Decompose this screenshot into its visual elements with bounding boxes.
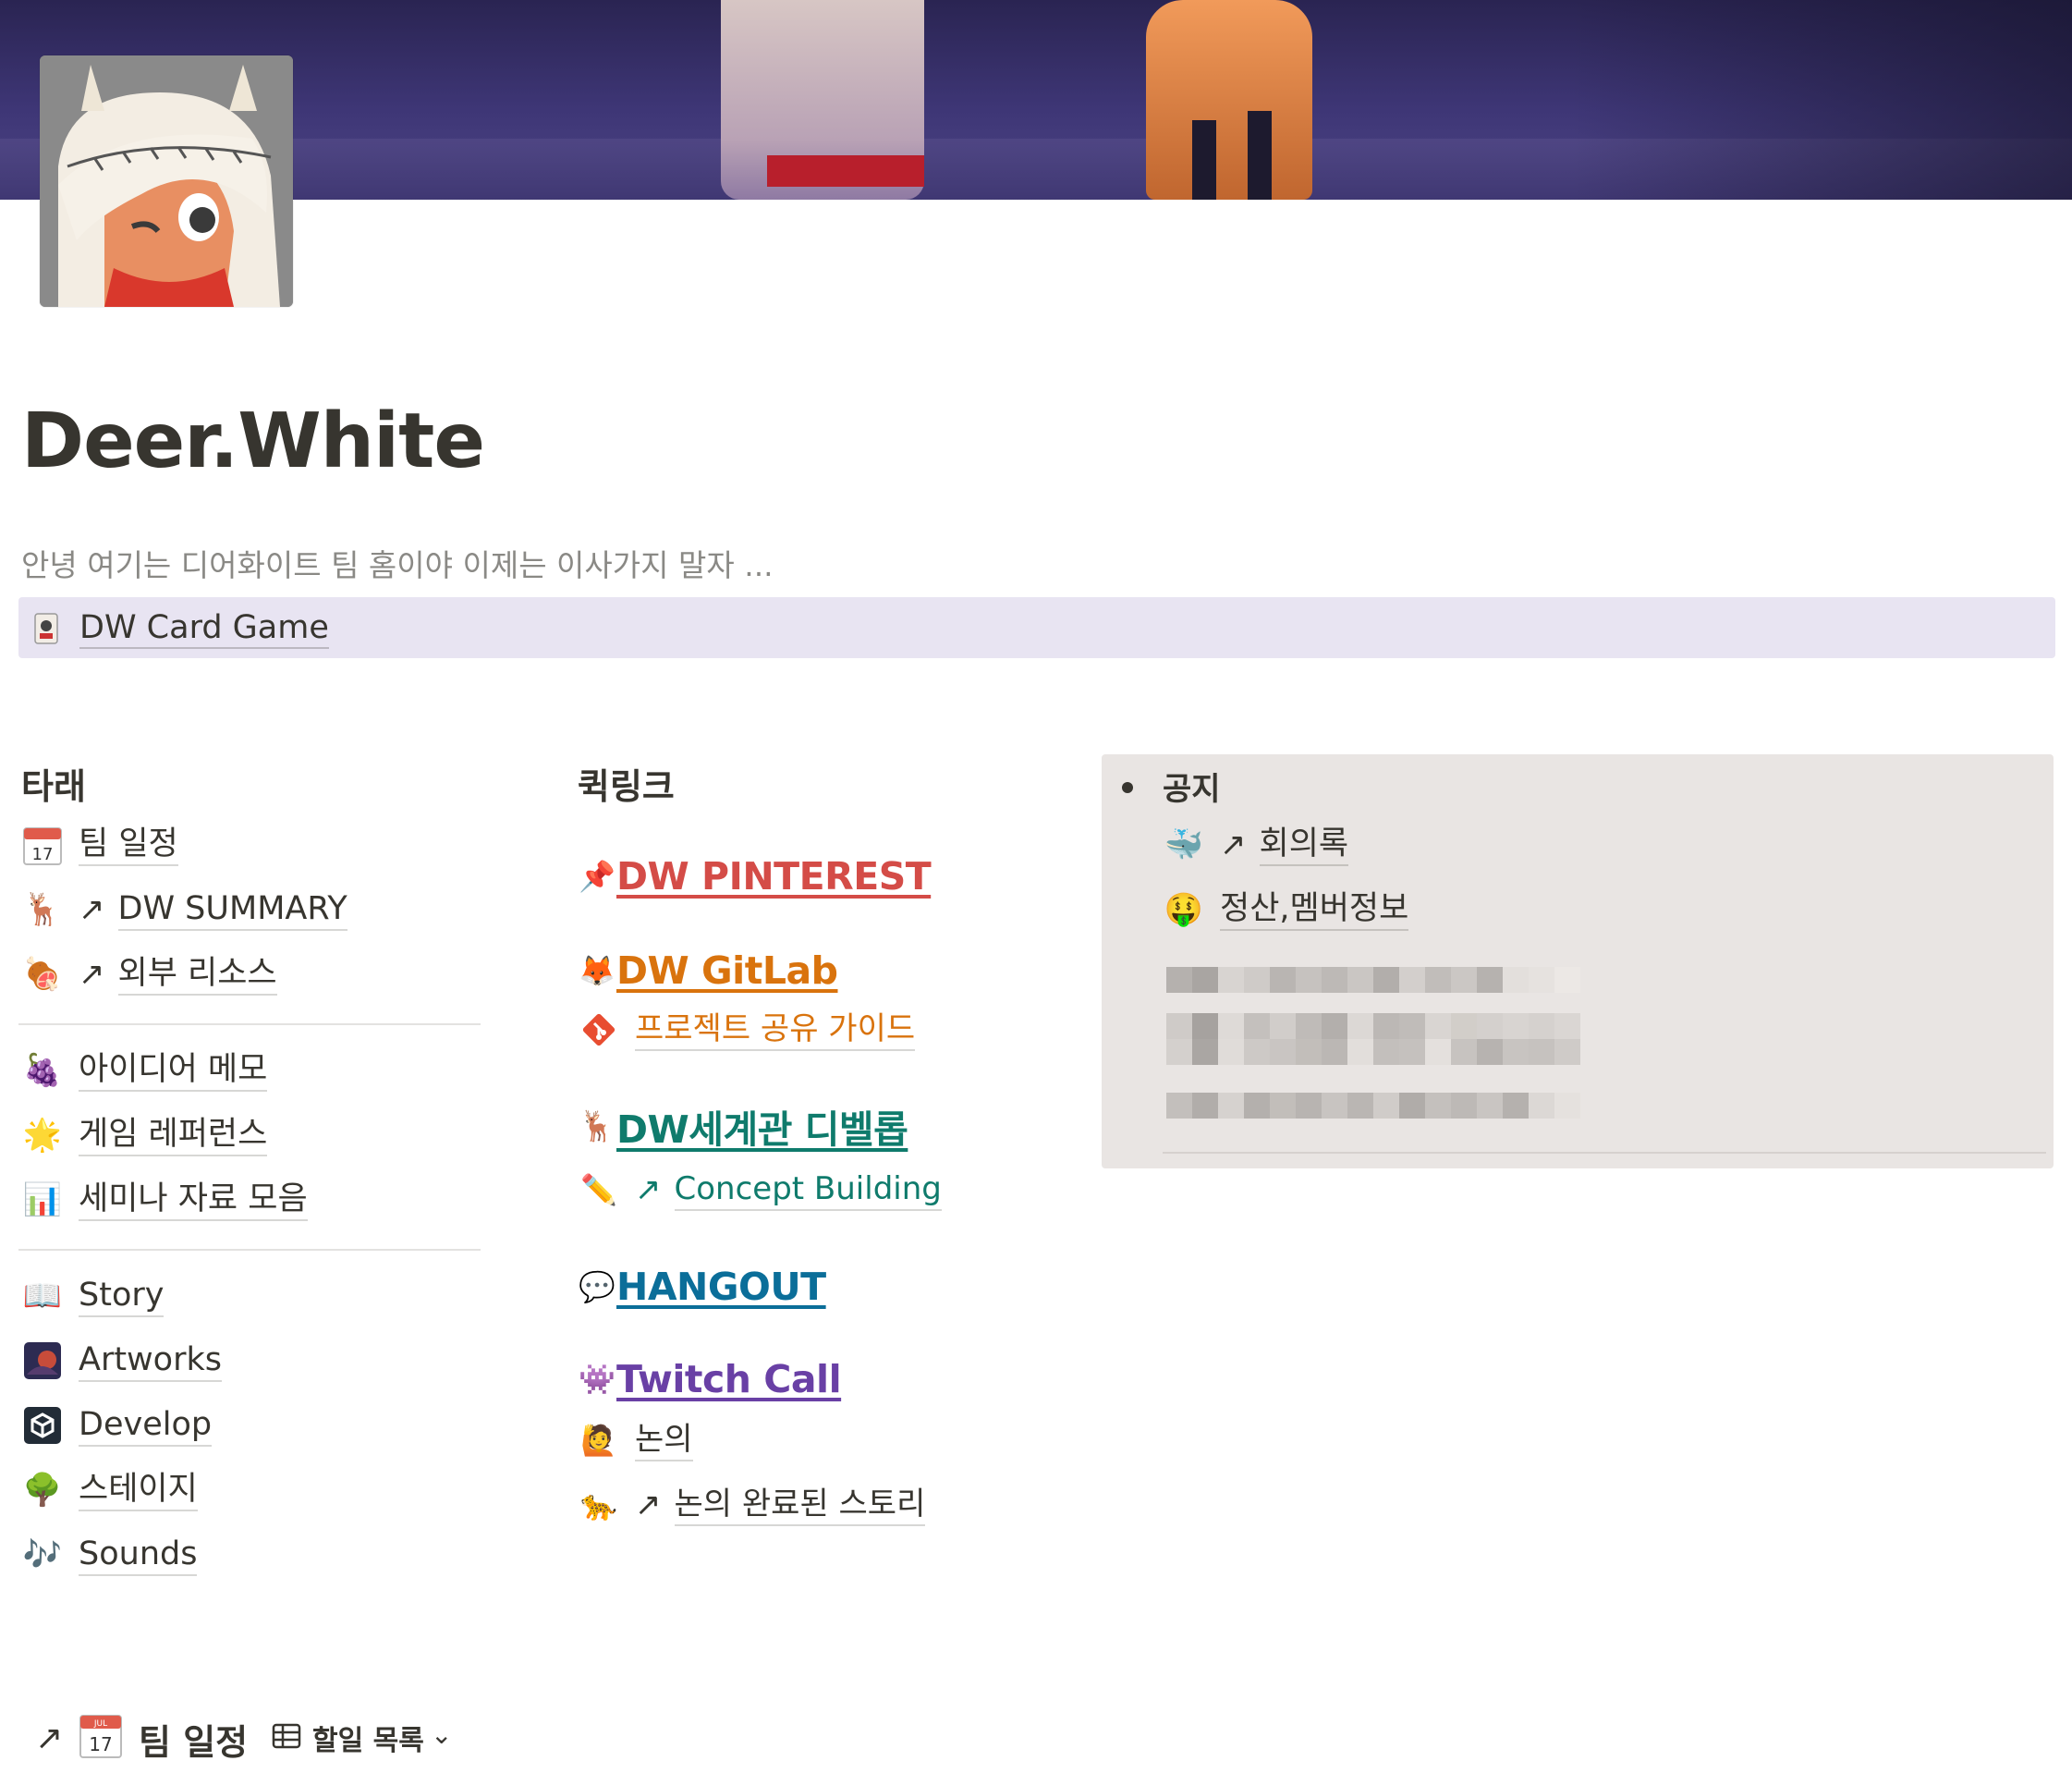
svg-text:JUL: JUL (93, 1719, 107, 1729)
speech-bubble-icon: 💬 (579, 1269, 616, 1304)
page-cover[interactable] (0, 0, 2072, 200)
link-external-resources[interactable]: 🍖 ↗ 외부 리소스 (21, 948, 277, 1000)
notice-callout: 공지 🐳 ↗ 회의록 🤑 정산,멤버정보 (1102, 754, 2054, 1168)
alien-monster-icon: 👾 (579, 1362, 616, 1397)
tree-icon: 🌳 (22, 1472, 63, 1509)
notice-title[interactable]: 공지 (1163, 764, 1221, 809)
link-seminar-materials[interactable]: 📊 세미나 자료 모음 (21, 1174, 308, 1226)
redacted-text (1166, 967, 1580, 993)
page-subtitle: 안녕 여기는 디어화이트 팀 홈이야 이제는 이사가지 말자 ... (21, 547, 774, 583)
link-concept-building[interactable]: ✏️ ↗ Concept Building (578, 1164, 942, 1216)
link-arrow-icon: ↗ (79, 956, 105, 993)
link-story[interactable]: 📖 Story (21, 1270, 165, 1322)
git-icon (578, 1009, 620, 1051)
bar-chart-icon: 📊 (22, 1181, 63, 1218)
link-develop[interactable]: Develop (21, 1400, 213, 1451)
calendar-icon: 17 (21, 824, 64, 866)
link-arrow-icon: ↗ (635, 1171, 662, 1208)
view-selector[interactable]: 할일 목록 (312, 1718, 424, 1758)
whale-icon: 🐳 (1164, 826, 1204, 863)
divider (18, 1249, 481, 1251)
link-hangout[interactable]: 💬 HANGOUT (578, 1261, 826, 1313)
link-dw-pinterest[interactable]: 📌 DW PINTEREST (578, 850, 932, 902)
pencil-icon: ✏️ (580, 1172, 617, 1207)
star-icon: 🌟 (22, 1117, 63, 1154)
chevron-down-icon[interactable]: ⌄ (431, 1719, 452, 1750)
pushpin-icon: 📌 (579, 859, 616, 894)
link-artworks[interactable]: Artworks (21, 1335, 222, 1387)
svg-text:17: 17 (32, 845, 54, 864)
linked-database-header: ↗ JUL 17 팀 일정 할일 목록 ⌄ (0, 1692, 2072, 1773)
link-dw-gitlab[interactable]: 🦊 DW GitLab (578, 945, 838, 997)
page-title[interactable]: Deer.White (21, 397, 485, 485)
raising-hand-icon: 🙋 (580, 1423, 617, 1458)
link-twitch-call[interactable]: 👾 Twitch Call (578, 1353, 842, 1405)
link-discussed-stories[interactable]: 🐆 ↗ 논의 완료된 스토리 (578, 1479, 926, 1531)
redacted-text (1166, 1039, 1580, 1065)
grapes-icon: 🍇 (22, 1052, 63, 1089)
card-game-icon (28, 610, 65, 647)
deer-icon: 🦌 (22, 891, 63, 928)
link-team-schedule[interactable]: 17 팀 일정 (21, 819, 178, 871)
money-face-icon: 🤑 (1164, 891, 1204, 928)
callout-dw-card-game: DW Card Game (18, 597, 2055, 658)
heading-tarae: 타래 (21, 766, 86, 807)
link-dw-worldview[interactable]: 🦌 DW세계관 디벨롭 (578, 1100, 908, 1152)
link-dw-summary[interactable]: 🦌 ↗ DW SUMMARY (21, 884, 347, 935)
calendar-icon: JUL 17 (79, 1712, 122, 1758)
link-arrow-icon: ↗ (79, 891, 105, 928)
link-settlement-member-info[interactable]: 🤑 정산,멤버정보 (1163, 884, 1409, 935)
redacted-text (1166, 1013, 1580, 1039)
fox-icon: 🦊 (579, 953, 616, 988)
divider (1163, 1152, 2046, 1154)
link-meeting-notes[interactable]: 🐳 ↗ 회의록 (1163, 819, 1349, 871)
unity-icon (21, 1404, 64, 1447)
deer-icon: 🦌 (579, 1108, 616, 1143)
book-icon: 📖 (22, 1278, 63, 1314)
link-sounds[interactable]: 🎶 Sounds (21, 1529, 198, 1581)
bullet-icon (1122, 782, 1133, 793)
divider (18, 1023, 481, 1025)
link-arrow-icon: ↗ (1220, 826, 1247, 863)
redacted-text (1166, 1093, 1580, 1119)
link-discussion[interactable]: 🙋 논의 (578, 1414, 693, 1466)
link-idea-memo[interactable]: 🍇 아이디어 메모 (21, 1045, 268, 1096)
artwork-icon (21, 1339, 64, 1382)
page-icon-avatar[interactable] (40, 55, 293, 307)
heading-quick-links: 퀵링크 (578, 766, 675, 807)
database-title[interactable]: 팀 일정 (139, 1714, 248, 1765)
svg-text:17: 17 (89, 1733, 112, 1755)
link-arrow-icon: ↗ (635, 1486, 662, 1523)
table-view-icon[interactable] (272, 1723, 301, 1749)
link-stage[interactable]: 🌳 스테이지 (21, 1464, 198, 1516)
meat-icon: 🍖 (22, 956, 63, 993)
dw-card-game-link[interactable]: DW Card Game (79, 608, 329, 649)
link-game-reference[interactable]: 🌟 게임 레퍼런스 (21, 1109, 268, 1161)
music-notes-icon: 🎶 (22, 1536, 63, 1573)
link-project-share-guide[interactable]: 프로젝트 공유 가이드 (578, 1004, 916, 1056)
leopard-icon: 🐆 (580, 1487, 617, 1522)
link-arrow-icon: ↗ (35, 1719, 64, 1757)
